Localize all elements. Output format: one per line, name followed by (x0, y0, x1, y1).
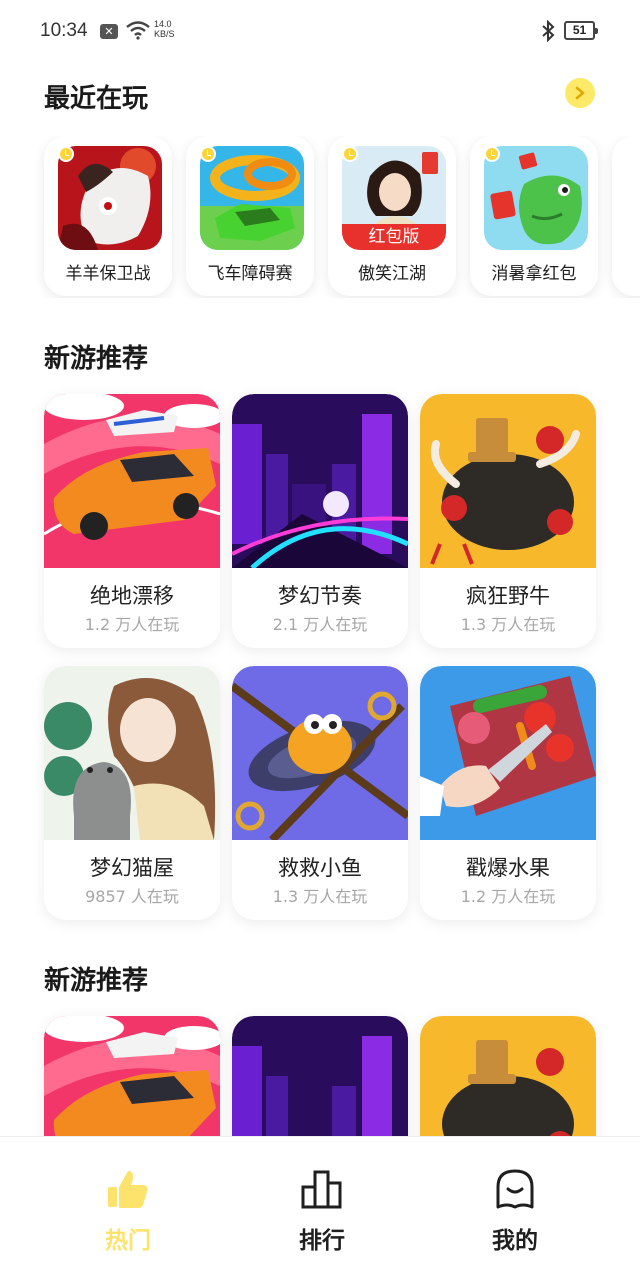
nav-item-hot[interactable]: 热门 (68, 1137, 188, 1280)
thumbs-up-icon (108, 1171, 148, 1208)
game-name: 戳爆水果 (466, 856, 550, 880)
recent-section-title: 最近在玩 (44, 84, 149, 114)
recent-game-card[interactable]: 飞车障碍赛 (186, 136, 314, 296)
recent-game-card[interactable]: 消暑拿红包 (470, 136, 598, 296)
game-icon: 红包版 (342, 146, 446, 250)
game-name: 梦幻节奏 (278, 584, 362, 608)
game-name: 绝地漂移 (90, 584, 174, 608)
game-card[interactable]: 绝地漂移 1.2 万人在玩 (44, 394, 220, 648)
profile-ghost-icon (496, 1169, 534, 1209)
nav-label: 热门 (105, 1228, 151, 1254)
game-art (44, 394, 220, 568)
recent-game-card[interactable]: 红包版 傲笑江湖 (328, 136, 456, 296)
game-player-count: 1.2 万人在玩 (460, 887, 556, 906)
game-card[interactable]: 梦幻节奏 2.1 万人在玩 (232, 394, 408, 648)
nav-item-ranking[interactable]: 排行 (262, 1137, 382, 1280)
game-name: 疯狂野牛 (466, 584, 550, 608)
battery-icon: 51 (564, 21, 598, 40)
game-art (44, 666, 220, 840)
clock-icon (58, 146, 74, 162)
recent-game-card[interactable]: 羊羊保卫战 (44, 136, 172, 296)
game-icon (58, 146, 162, 250)
recent-game-name: 羊羊保卫战 (65, 264, 151, 284)
game-art (232, 394, 408, 568)
net-speed-unit: KB/S (154, 29, 175, 39)
clock-icon (200, 146, 216, 162)
recent-game-name: 消暑拿红包 (491, 264, 577, 284)
wifi-icon (126, 21, 150, 40)
message-icon: ✕ (100, 24, 118, 39)
game-name: 救救小鱼 (278, 856, 362, 880)
game-icon (200, 146, 304, 250)
new-games-section-title-2: 新游推荐 (44, 966, 149, 996)
bluetooth-icon (542, 20, 555, 42)
game-player-count: 2.1 万人在玩 (272, 615, 368, 634)
nav-label: 我的 (492, 1228, 538, 1254)
status-bar: 10:34 ✕ 14.0 KB/S 51 (0, 0, 640, 62)
game-art (420, 666, 596, 840)
game-art (420, 394, 596, 568)
clock-icon (484, 146, 500, 162)
new-games-section-title: 新游推荐 (44, 344, 149, 374)
chevron-right-icon (575, 86, 585, 100)
red-packet-badge: 红包版 (342, 224, 446, 250)
game-icon (484, 146, 588, 250)
clock-icon (342, 146, 358, 162)
game-player-count: 1.3 万人在玩 (460, 615, 556, 634)
game-card[interactable]: 疯狂野牛 1.3 万人在玩 (420, 394, 596, 648)
game-art (232, 666, 408, 840)
nav-label: 排行 (299, 1228, 345, 1254)
game-player-count: 9857 人在玩 (85, 887, 179, 906)
recent-more-button[interactable] (565, 78, 595, 108)
bottom-navigation: 热门 排行 我的 (0, 1136, 640, 1280)
game-player-count: 1.3 万人在玩 (272, 887, 368, 906)
game-name: 梦幻猫屋 (90, 856, 174, 880)
game-card[interactable]: 梦幻猫屋 9857 人在玩 (44, 666, 220, 920)
game-player-count: 1.2 万人在玩 (84, 615, 180, 634)
nav-item-profile[interactable]: 我的 (455, 1137, 575, 1280)
ranking-icon (301, 1170, 342, 1209)
game-card[interactable]: 戳爆水果 1.2 万人在玩 (420, 666, 596, 920)
net-speed-value: 14.0 (154, 19, 172, 29)
recent-game-name: 傲笑江湖 (358, 264, 426, 284)
game-card[interactable]: 救救小鱼 1.3 万人在玩 (232, 666, 408, 920)
recent-games-row[interactable]: 羊羊保卫战 飞车障碍赛 红包版 傲笑江湖 消暑拿红包 (0, 136, 640, 298)
recent-game-card[interactable] (612, 136, 640, 296)
recent-game-name: 飞车障碍赛 (207, 264, 293, 284)
network-speed: 14.0 KB/S (154, 19, 175, 39)
status-time: 10:34 (40, 20, 88, 41)
